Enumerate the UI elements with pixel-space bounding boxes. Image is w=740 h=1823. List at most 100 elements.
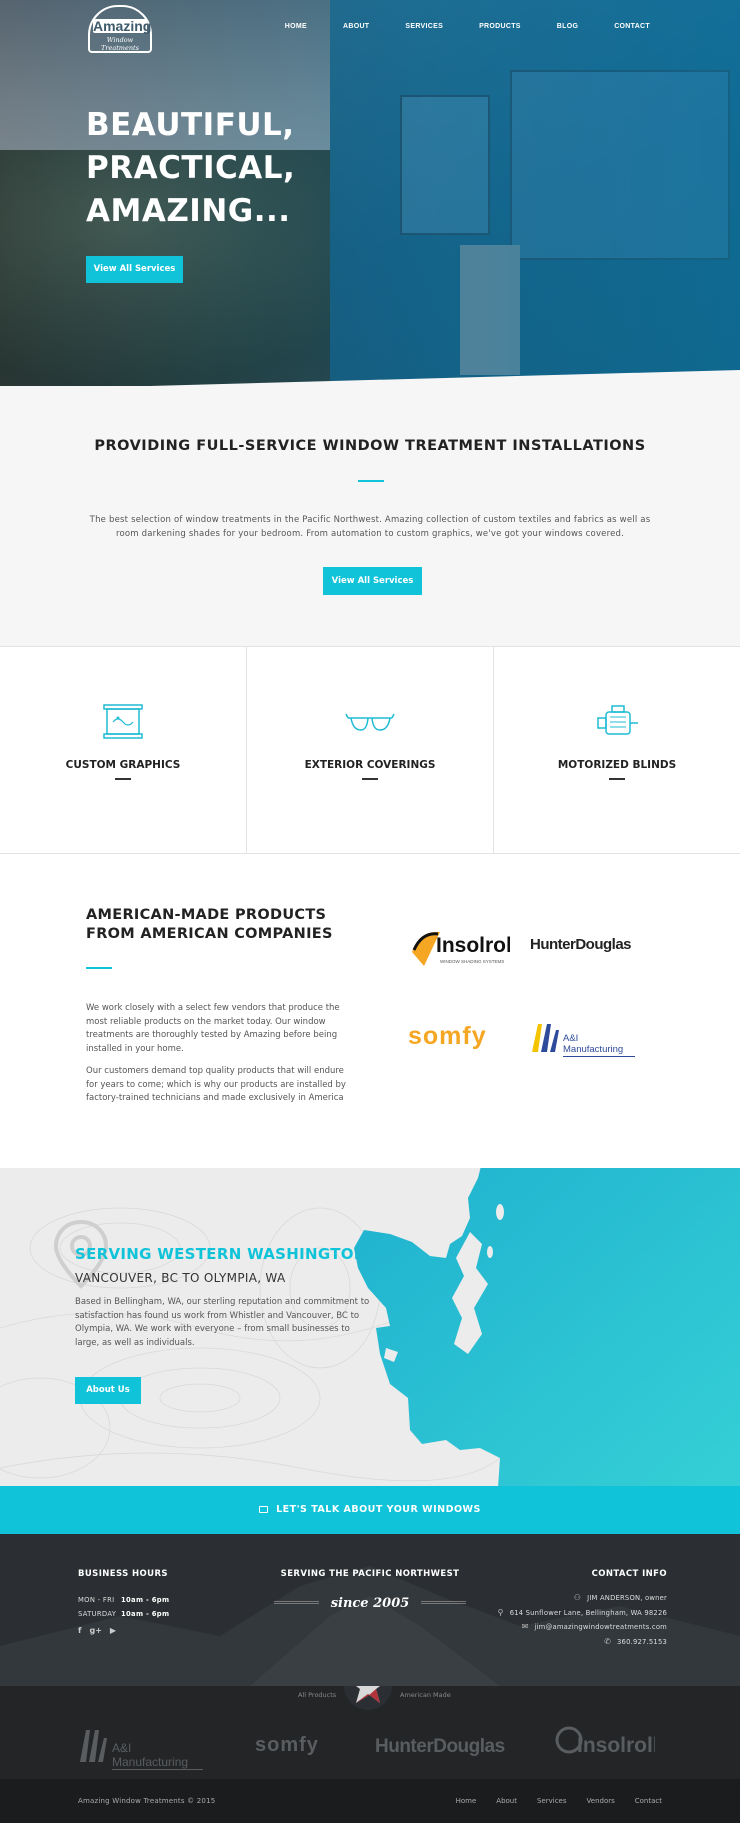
insolroll-logo[interactable]: Insolroll WINDOW SHADING SYSTEMS <box>410 922 518 974</box>
vendor-ai-manufacturing[interactable]: A&I Manufacturing <box>78 1728 203 1770</box>
contact-phone-text[interactable]: 360.927.5153 <box>617 1638 667 1646</box>
contact-phone[interactable]: ✆ 360.927.5153 <box>604 1637 667 1646</box>
serving-subheading: VANCOUVER, BC TO OLYMPIA, WA <box>75 1271 286 1285</box>
service-card-motorized-blinds[interactable]: MOTORIZED BLINDS <box>494 647 740 853</box>
hours-row: SATURDAY 10am - 6pm <box>78 1610 169 1618</box>
services-grid: CUSTOM GRAPHICS EXTERIOR COVERINGS MOTOR… <box>0 646 740 854</box>
hero-title-line: PRACTICAL, <box>86 150 296 186</box>
hero-title-line: AMAZING... <box>86 193 291 229</box>
footer-link-about[interactable]: About <box>496 1797 517 1805</box>
intro-heading: PROVIDING FULL-SERVICE WINDOW TREATMENT … <box>94 438 646 454</box>
nav-about[interactable]: ABOUT <box>343 23 369 30</box>
contact-person-text: JIM ANDERSON, owner <box>587 1594 667 1602</box>
user-icon: ⚇ <box>573 1593 582 1602</box>
service-divider <box>362 778 378 780</box>
contact-person: ⚇ JIM ANDERSON, owner <box>574 1593 667 1602</box>
accent-divider <box>86 967 112 969</box>
google-plus-icon[interactable]: g+ <box>89 1626 101 1635</box>
service-title: MOTORIZED BLINDS <box>557 759 677 771</box>
chat-icon <box>259 1506 269 1513</box>
nav-products[interactable]: PRODUCTS <box>479 23 521 30</box>
insolroll-mark-icon: Insolroll WINDOW SHADING SYSTEMS <box>412 931 518 966</box>
insolroll-text: Insolroll <box>436 934 510 957</box>
insolroll-subtext: WINDOW SHADING SYSTEMS <box>440 959 504 964</box>
banner-icon <box>103 704 143 739</box>
logo-name: Amazing <box>93 18 152 34</box>
sunglasses-icon <box>345 713 395 731</box>
hours-time: 10am - 6pm <box>121 1610 170 1618</box>
products-text: Our customers demand top quality product… <box>86 1066 346 1103</box>
copyright: Amazing Window Treatments © 2015 <box>78 1797 216 1805</box>
mail-icon: ✉ <box>521 1622 529 1631</box>
service-title: CUSTOM GRAPHICS <box>65 759 181 771</box>
view-all-services-button[interactable]: View All Services <box>323 567 422 595</box>
vendor-strip: All Products American Made A&I Manufactu… <box>0 1686 740 1779</box>
footer-nav: Home About Services Vendors Contact <box>436 1797 662 1805</box>
contact-email[interactable]: ✉ jim@amazingwindowtreatments.com <box>522 1622 667 1631</box>
bottom-bar: Amazing Window Treatments © 2015 Home Ab… <box>0 1779 740 1823</box>
vendor-insolroll[interactable]: Insolroll <box>555 1724 659 1764</box>
american-made-label: American Made <box>400 1691 451 1699</box>
footer: BUSINESS HOURS MON - FRI 10am - 6pm SATUR… <box>0 1534 740 1686</box>
vendor-name: Insolroll <box>577 1734 655 1757</box>
products-text: We work closely with a select few vendor… <box>86 1003 340 1054</box>
contact-address-text: 614 Sunflower Lane, Bellingham, WA 98226 <box>509 1609 667 1617</box>
facebook-icon[interactable]: f <box>78 1626 81 1635</box>
serving-text: Based in Bellingham, WA, our sterling re… <box>75 1297 370 1348</box>
footer-link-contact[interactable]: Contact <box>635 1797 662 1805</box>
view-all-services-button[interactable]: View All Services <box>86 256 183 283</box>
somfy-logo[interactable]: somfy <box>408 1022 487 1051</box>
service-divider <box>115 778 131 780</box>
since-text: since 2005 <box>330 1596 410 1611</box>
cta-label: LET'S TALK ABOUT YOUR WINDOWS <box>276 1504 481 1515</box>
accent-divider <box>358 480 384 482</box>
hero-title: BEAUTIFUL, PRACTICAL, AMAZING... <box>86 104 295 233</box>
decorative-line <box>421 1601 467 1604</box>
footer-link-home[interactable]: Home <box>456 1797 477 1805</box>
service-card-custom-graphics[interactable]: CUSTOM GRAPHICS <box>0 647 247 853</box>
serving-section: SERVING WESTERN WASHINGTON VANCOUVER, BC… <box>0 1168 740 1486</box>
ai-mark-icon <box>80 1730 107 1762</box>
cta-banner[interactable]: LET'S TALK ABOUT YOUR WINDOWS <box>0 1486 740 1534</box>
hunter-douglas-logo[interactable]: HunterDouglas <box>530 936 632 953</box>
footer-link-services[interactable]: Services <box>537 1797 567 1805</box>
decorative-line <box>273 1601 319 1604</box>
cta-content: LET'S TALK ABOUT YOUR WINDOWS <box>259 1504 481 1515</box>
hero-title-line: BEAUTIFUL, <box>86 107 295 143</box>
vendor-somfy[interactable]: somfy <box>255 1734 319 1757</box>
service-card-exterior-coverings[interactable]: EXTERIOR COVERINGS <box>247 647 494 853</box>
about-us-button[interactable]: About Us <box>75 1377 141 1404</box>
contact-heading: CONTACT INFO <box>591 1569 667 1579</box>
contact-address: ⚲ 614 Sunflower Lane, Bellingham, WA 9822… <box>498 1608 667 1617</box>
vendor-name: A&I Manufacturing <box>112 1741 203 1770</box>
youtube-icon[interactable]: ▶ <box>110 1626 116 1635</box>
logo-tagline: Window Treatments <box>101 36 139 52</box>
nav-contact[interactable]: CONTACT <box>614 23 650 30</box>
vendor-hunter-douglas[interactable]: HunterDouglas <box>375 1736 505 1758</box>
intro-section: PROVIDING FULL-SERVICE WINDOW TREATMENT … <box>0 386 740 646</box>
ai-manufacturing-logo[interactable]: A&I Manufacturing <box>530 1022 635 1057</box>
service-title: EXTERIOR COVERINGS <box>304 759 436 771</box>
contact-email-text[interactable]: jim@amazingwindowtreatments.com <box>534 1623 667 1631</box>
main-nav: HOME ABOUT SERVICES PRODUCTS BLOG CONTAC… <box>249 23 650 30</box>
footer-link-vendors[interactable]: Vendors <box>587 1797 615 1805</box>
ai-text: A&I Manufacturing <box>563 1033 635 1057</box>
nav-services[interactable]: SERVICES <box>405 23 443 30</box>
phone-icon: ✆ <box>604 1637 612 1646</box>
products-heading: AMERICAN-MADE PRODUCTS FROM AMERICAN COM… <box>86 907 333 942</box>
serving-heading: SERVING WESTERN WASHINGTON <box>75 1245 367 1263</box>
intro-text: The best selection of window treatments … <box>89 515 651 539</box>
hours-day: SATURDAY <box>78 1610 117 1618</box>
washington-map <box>354 1168 740 1486</box>
products-section: AMERICAN-MADE PRODUCTS FROM AMERICAN COM… <box>0 854 740 1168</box>
american-star-icon <box>344 1686 392 1710</box>
site-logo[interactable]: Amazing Window Treatments <box>88 5 152 53</box>
nav-home[interactable]: HOME <box>285 23 307 30</box>
insolroll-mark-icon: Insolroll <box>555 1726 659 1757</box>
motor-icon <box>597 705 638 735</box>
nav-blog[interactable]: BLOG <box>557 23 578 30</box>
all-products-label: All Products <box>298 1691 337 1699</box>
social-links: f g+ ▶ <box>78 1626 116 1635</box>
service-divider <box>609 778 625 780</box>
hero-section: Amazing Window Treatments HOME ABOUT SER… <box>0 0 740 386</box>
